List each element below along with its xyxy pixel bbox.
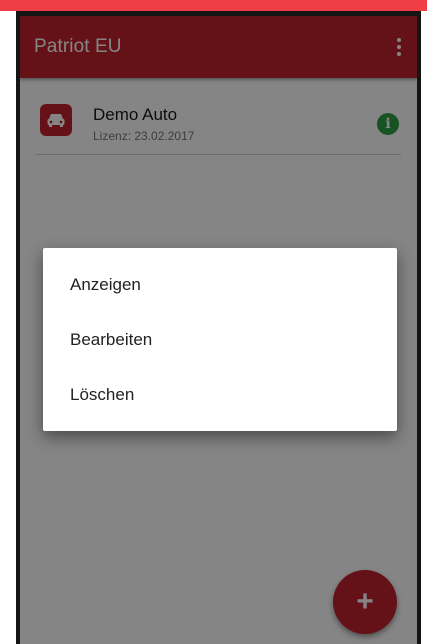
top-strip — [0, 0, 427, 11]
context-menu-dialog: Anzeigen Bearbeiten Löschen — [43, 248, 397, 431]
menu-item-anzeigen[interactable]: Anzeigen — [43, 260, 397, 310]
menu-item-bearbeiten[interactable]: Bearbeiten — [43, 315, 397, 365]
app-screen: Patriot EU Demo Auto Lizenz: 23.02.2017 … — [20, 16, 417, 644]
phone-frame: Patriot EU Demo Auto Lizenz: 23.02.2017 … — [16, 11, 421, 644]
menu-item-loeschen[interactable]: Löschen — [43, 370, 397, 420]
